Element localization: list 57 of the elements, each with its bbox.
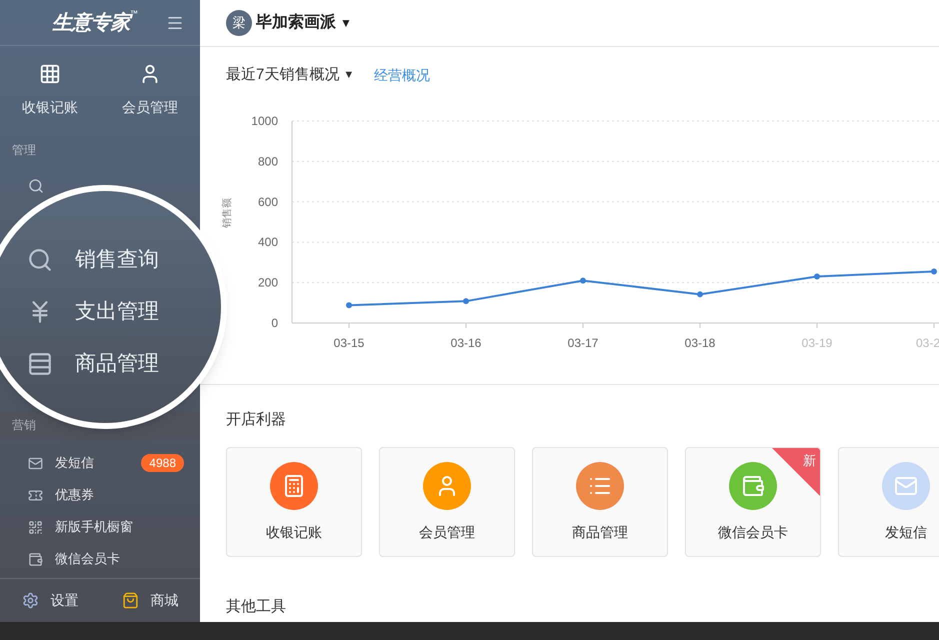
sidebar-item[interactable]: 销售查询 [27, 243, 159, 277]
mail-icon [28, 456, 43, 470]
settings-icon [22, 592, 38, 609]
quick-action[interactable]: 会员管理 [100, 46, 200, 134]
sidebar-item[interactable]: 支出管理 [27, 295, 159, 329]
wallet-icon [741, 474, 765, 498]
tool-card[interactable]: 微信会员卡 新 [685, 447, 821, 557]
sidebar-item[interactable]: 新版手机橱窗 [0, 511, 200, 543]
data-point [346, 302, 352, 308]
data-point [931, 268, 937, 274]
tool-card[interactable]: 收银记账 [226, 447, 362, 557]
tick-label: 03-2 [916, 336, 939, 350]
tick-label: 400 [258, 235, 278, 250]
tick-label: 03-15 [334, 336, 364, 350]
tick-label: 600 [258, 194, 278, 209]
tick-label: 0 [271, 316, 278, 330]
tick-label: 1000 [251, 114, 278, 128]
sidebar-item[interactable]: 发短信 4988 [0, 447, 200, 479]
store-selector[interactable]: 毕加索画派 ▼ [256, 11, 352, 35]
tick-label: 800 [258, 154, 278, 168]
tool-card[interactable]: 会员管理 [379, 447, 515, 557]
wallet-icon [28, 552, 43, 566]
tick-label: 03-16 [450, 336, 482, 350]
ticket-icon [28, 488, 43, 502]
avatar: 梁 [226, 10, 252, 36]
grid-icon [39, 62, 61, 84]
data-point [580, 278, 586, 284]
section-title: 开店利器 [226, 410, 286, 430]
shopping-bag-icon [122, 592, 138, 609]
section-title: 其他工具 [226, 598, 286, 615]
overview-link[interactable]: 经营概况 [374, 64, 430, 86]
tick-label: 03-19 [802, 336, 832, 350]
period-dropdown[interactable]: 最近7天销售概况 ▼ [226, 64, 354, 86]
footer-button[interactable]: 设置 [0, 579, 100, 622]
search-icon [27, 247, 53, 273]
sidebar-item[interactable]: 优惠券 [0, 479, 200, 511]
tick-label: 03-18 [684, 336, 716, 350]
tool-card[interactable]: 商品管理 [532, 447, 668, 557]
drawer-icon [27, 351, 53, 377]
axis-title: 销售额 [222, 198, 233, 228]
quick-action[interactable]: 收银记账 [0, 46, 100, 134]
sidebar-item[interactable]: 商品管理 [27, 347, 159, 381]
calculator-icon [282, 474, 306, 498]
data-point [814, 274, 820, 280]
count-badge: 4988 [141, 454, 184, 472]
data-point [463, 298, 469, 304]
tool-card[interactable]: 发短信 [838, 447, 939, 557]
tick-label: 200 [258, 276, 278, 290]
sidebar-item[interactable]: 微信会员卡 [0, 543, 200, 575]
section-title: 管理 [12, 142, 36, 159]
tick-label: 03-17 [568, 336, 598, 350]
data-point [697, 291, 703, 298]
new-ribbon: 新 [772, 448, 820, 496]
search-icon [28, 178, 44, 194]
qr-code-icon [28, 520, 43, 534]
footer-button[interactable]: 商城 [100, 579, 200, 622]
section-title: 营销 [12, 417, 36, 434]
